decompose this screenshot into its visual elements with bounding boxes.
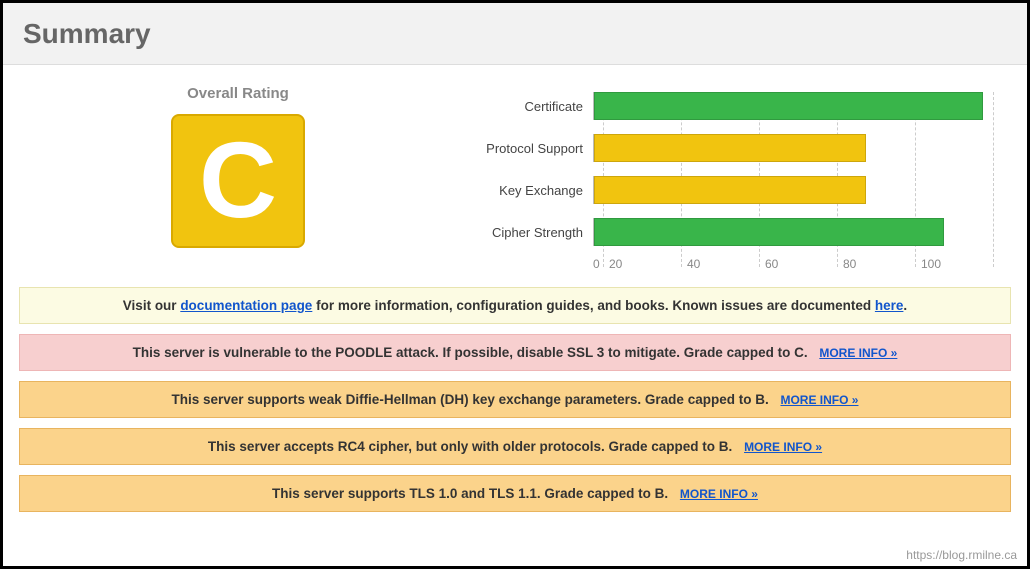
- chart-tick: 40: [687, 257, 765, 271]
- notice-text-mid: for more information, configuration guid…: [312, 298, 875, 313]
- chart-tick: 20: [609, 257, 687, 271]
- chart-row-cipher-strength: Cipher Strength: [453, 211, 1007, 253]
- more-info-link[interactable]: MORE INFO »: [744, 440, 822, 454]
- notice-rc4: This server accepts RC4 cipher, but only…: [19, 428, 1011, 465]
- chart-x-axis: 0 20 40 60 80 100: [593, 257, 1007, 271]
- chart-row-certificate: Certificate: [453, 85, 1007, 127]
- notice-tls10-tls11: This server supports TLS 1.0 and TLS 1.1…: [19, 475, 1011, 512]
- documentation-link[interactable]: documentation page: [180, 298, 312, 313]
- notice-text-post: .: [903, 298, 907, 313]
- page-title: Summary: [23, 18, 1007, 50]
- rating-bar-chart: Certificate Protocol Support Key Exchang…: [453, 85, 1007, 271]
- summary-header: Summary: [3, 3, 1027, 65]
- chart-bar: [594, 176, 866, 204]
- chart-label: Key Exchange: [453, 183, 593, 198]
- chart-row-protocol-support: Protocol Support: [453, 127, 1007, 169]
- rating-block: Overall Rating C: [23, 85, 453, 271]
- chart-tick: 80: [843, 257, 921, 271]
- grade-badge: C: [171, 114, 305, 248]
- chart-tick: 100: [921, 257, 999, 271]
- notice-text: This server supports weak Diffie-Hellman…: [172, 392, 769, 407]
- chart-bar: [594, 92, 983, 120]
- chart-label: Protocol Support: [453, 141, 593, 156]
- notice-text: This server accepts RC4 cipher, but only…: [208, 439, 732, 454]
- chart-bar: [594, 134, 866, 162]
- notice-text: This server is vulnerable to the POODLE …: [133, 345, 808, 360]
- overall-rating-label: Overall Rating: [23, 85, 453, 102]
- chart-tick: 0: [593, 257, 609, 271]
- chart-tick: 60: [765, 257, 843, 271]
- notice-text: This server supports TLS 1.0 and TLS 1.1…: [272, 486, 668, 501]
- more-info-link[interactable]: MORE INFO »: [780, 393, 858, 407]
- top-section: Overall Rating C Certificate Protocol Su…: [3, 65, 1027, 281]
- notice-weak-dh: This server supports weak Diffie-Hellman…: [19, 381, 1011, 418]
- notice-text-pre: Visit our: [123, 298, 181, 313]
- notices-list: Visit our documentation page for more in…: [3, 281, 1027, 512]
- notice-poodle: This server is vulnerable to the POODLE …: [19, 334, 1011, 371]
- known-issues-link[interactable]: here: [875, 298, 904, 313]
- chart-bar: [594, 218, 944, 246]
- chart-label: Cipher Strength: [453, 225, 593, 240]
- watermark: https://blog.rmilne.ca: [906, 548, 1017, 562]
- chart-label: Certificate: [453, 99, 593, 114]
- more-info-link[interactable]: MORE INFO »: [680, 487, 758, 501]
- notice-documentation: Visit our documentation page for more in…: [19, 287, 1011, 324]
- chart-row-key-exchange: Key Exchange: [453, 169, 1007, 211]
- more-info-link[interactable]: MORE INFO »: [819, 346, 897, 360]
